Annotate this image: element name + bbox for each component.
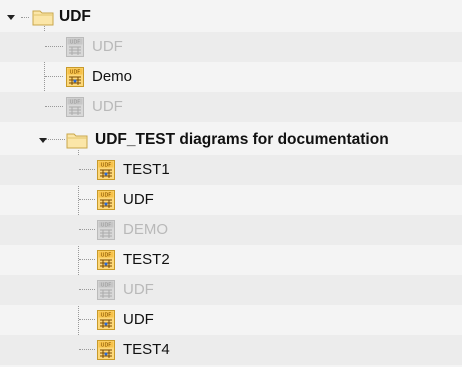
udf-diagram-icon: UDF <box>97 310 115 330</box>
tree-connector-horizontal <box>79 199 95 200</box>
tree-node-subfolder[interactable]: UDF_TEST diagrams for documentation <box>0 125 462 155</box>
svg-text:UDF: UDF <box>70 100 81 106</box>
udf-diagram-icon: UDF <box>97 190 115 210</box>
tree-connector-horizontal <box>45 106 63 107</box>
udf-diagram-icon: UDF <box>97 220 115 240</box>
udf-tree-view: UDF UDF UDF UDF Demo UDF UDF UDF_TEST di… <box>0 0 462 367</box>
svg-text:UDF: UDF <box>101 163 112 169</box>
tree-node-diagram[interactable]: UDF DEMO <box>0 215 462 245</box>
tree-node-diagram[interactable]: UDF UDF <box>0 92 462 122</box>
svg-text:UDF: UDF <box>101 343 112 349</box>
tree-node-label: UDF <box>59 8 91 25</box>
svg-text:UDF: UDF <box>101 313 112 319</box>
tree-node-diagram[interactable]: UDF UDF <box>0 32 462 62</box>
tree-node-diagram[interactable]: UDF UDF <box>0 305 462 335</box>
tree-connector-horizontal <box>79 229 95 230</box>
udf-diagram-icon: UDF <box>97 340 115 360</box>
tree-connector-horizontal <box>45 76 63 77</box>
udf-diagram-icon: UDF <box>97 160 115 180</box>
chevron-down-icon[interactable] <box>37 134 49 146</box>
tree-node-label: TEST1 <box>123 161 170 178</box>
tree-node-label: TEST4 <box>123 341 170 358</box>
svg-text:UDF: UDF <box>101 193 112 199</box>
tree-connector-horizontal <box>79 319 95 320</box>
tree-node-diagram[interactable]: UDF TEST4 <box>0 335 462 365</box>
tree-node-diagram[interactable]: UDF TEST1 <box>0 155 462 185</box>
tree-node-diagram[interactable]: UDF Demo <box>0 62 462 92</box>
udf-diagram-icon: UDF <box>97 250 115 270</box>
tree-connector-horizontal <box>79 349 95 350</box>
tree-connector-horizontal <box>45 46 63 47</box>
chevron-down-icon[interactable] <box>5 11 17 23</box>
tree-node-label: UDF <box>92 98 123 115</box>
udf-diagram-icon: UDF <box>66 37 84 57</box>
tree-connector-horizontal <box>79 289 95 290</box>
tree-node-root-folder[interactable]: UDF <box>0 2 462 32</box>
folder-icon <box>32 8 54 28</box>
tree-connector-horizontal <box>79 169 95 170</box>
svg-text:UDF: UDF <box>70 70 81 76</box>
tree-connector-horizontal <box>79 259 95 260</box>
svg-text:UDF: UDF <box>101 253 112 259</box>
tree-node-diagram[interactable]: UDF UDF <box>0 185 462 215</box>
tree-node-diagram[interactable]: UDF UDF <box>0 275 462 305</box>
tree-node-label: DEMO <box>123 221 168 238</box>
udf-diagram-icon: UDF <box>66 97 84 117</box>
svg-text:UDF: UDF <box>101 223 112 229</box>
tree-node-label: Demo <box>92 68 133 85</box>
tree-node-diagram[interactable]: UDF TEST2 <box>0 245 462 275</box>
tree-node-label: UDF_TEST diagrams for documentation <box>95 131 389 148</box>
udf-diagram-icon: UDF <box>97 280 115 300</box>
folder-icon <box>66 131 88 151</box>
tree-node-label: UDF <box>123 311 154 328</box>
svg-text:UDF: UDF <box>101 283 112 289</box>
tree-node-label: UDF <box>123 281 154 298</box>
svg-text:UDF: UDF <box>70 40 81 46</box>
tree-node-label: TEST2 <box>123 251 170 268</box>
tree-node-label: UDF <box>123 191 154 208</box>
udf-diagram-icon: UDF <box>66 67 84 87</box>
tree-node-label: UDF <box>92 38 123 55</box>
